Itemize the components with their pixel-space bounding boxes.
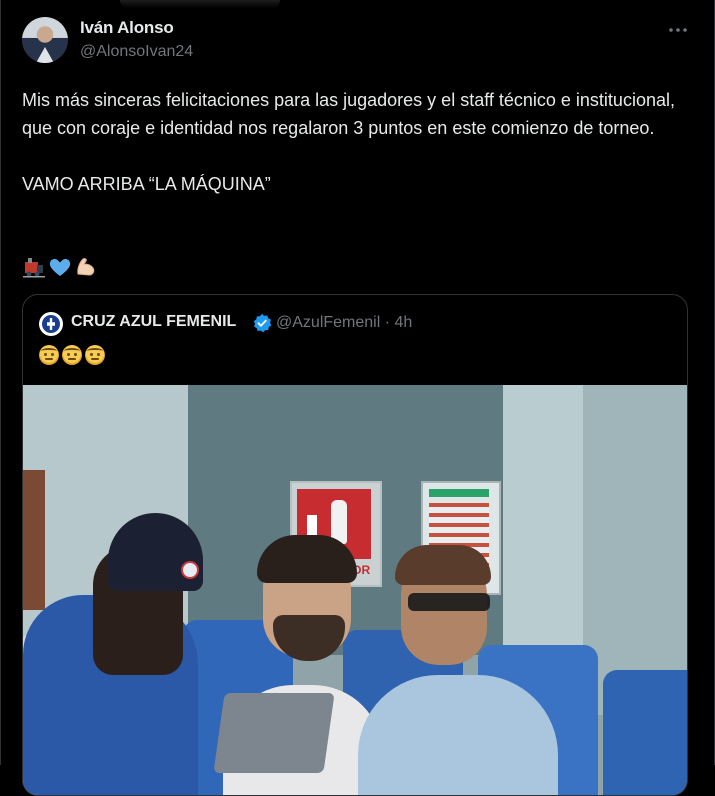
previous-content-fade: [120, 0, 280, 8]
tweet-text: Mis más sinceras felicitaciones para las…: [22, 90, 675, 194]
verified-badge-icon: [253, 313, 272, 333]
more-options-icon[interactable]: [668, 22, 688, 36]
author-display-name[interactable]: Iván Alonso: [80, 18, 174, 38]
author-handle[interactable]: @AlonsoIvan24: [80, 43, 193, 61]
saluting-face-icon: [85, 345, 105, 365]
train-icon: [23, 258, 45, 278]
blue-heart-icon: [49, 258, 71, 276]
quoted-avatar-logo[interactable]: [39, 312, 63, 336]
quoted-tweet-card[interactable]: CRUZ AZUL FEMENIL @AzulFemenil · 4h TOR: [22, 294, 688, 796]
tweet-emoji-row: [22, 256, 98, 278]
quoted-tweet-photo[interactable]: TOR: [23, 385, 687, 795]
quoted-display-name[interactable]: CRUZ AZUL FEMENIL: [71, 313, 236, 331]
quoted-emoji-row: [39, 345, 105, 365]
more-dots: [669, 28, 687, 32]
saluting-face-icon: [39, 345, 59, 365]
saluting-face-icon: [62, 345, 82, 365]
flexed-biceps-icon: [77, 258, 95, 276]
avatar[interactable]: [22, 17, 68, 63]
quoted-handle-timestamp[interactable]: @AzulFemenil · 4h: [276, 314, 412, 332]
